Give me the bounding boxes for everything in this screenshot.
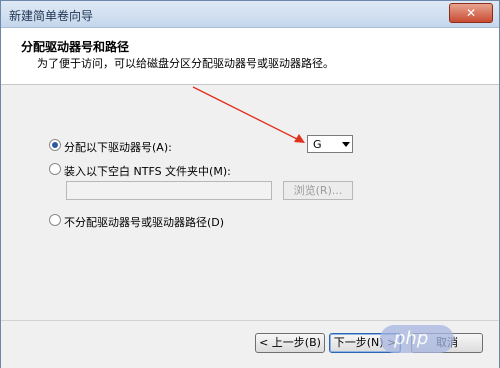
drive-letter-value: G <box>313 138 322 151</box>
title-bar: 新建简单卷向导 ✕ <box>1 1 499 28</box>
radio-no-assign[interactable] <box>49 214 61 226</box>
drive-letter-select[interactable]: G <box>307 135 353 153</box>
red-arrow-annotation <box>192 86 305 143</box>
watermark-text: php <box>394 328 429 349</box>
wizard-header: 分配驱动器号和路径 为了便于访问，可以给磁盘分区分配驱动器号或驱动器路径。 <box>1 28 499 85</box>
close-button[interactable]: ✕ <box>449 3 493 23</box>
page-title: 分配驱动器号和路径 <box>21 40 130 54</box>
radio-assign-letter-label[interactable]: 分配以下驱动器号(A): <box>64 139 172 155</box>
wizard-content: 分配以下驱动器号(A): G 装入以下空白 NTFS 文件夹中(M): 浏览(R… <box>1 85 499 320</box>
radio-mount-folder-label[interactable]: 装入以下空白 NTFS 文件夹中(M): <box>64 163 231 179</box>
wizard-window: 新建简单卷向导 ✕ 分配驱动器号和路径 为了便于访问，可以给磁盘分区分配驱动器号… <box>0 0 500 368</box>
radio-assign-letter[interactable] <box>49 139 61 151</box>
radio-mount-folder[interactable] <box>49 163 61 175</box>
chevron-down-icon <box>342 142 350 147</box>
back-button[interactable]: < 上一步(B) <box>255 333 325 353</box>
browse-button[interactable]: 浏览(R)... <box>283 181 353 200</box>
window-title: 新建简单卷向导 <box>9 9 94 23</box>
close-icon: ✕ <box>465 6 477 20</box>
php-watermark-logo: php <box>380 325 454 353</box>
folder-path-input[interactable] <box>66 181 272 200</box>
page-subtitle: 为了便于访问，可以给磁盘分区分配驱动器号或驱动器路径。 <box>37 57 334 70</box>
radio-no-assign-label[interactable]: 不分配驱动器号或驱动器路径(D) <box>64 214 224 230</box>
